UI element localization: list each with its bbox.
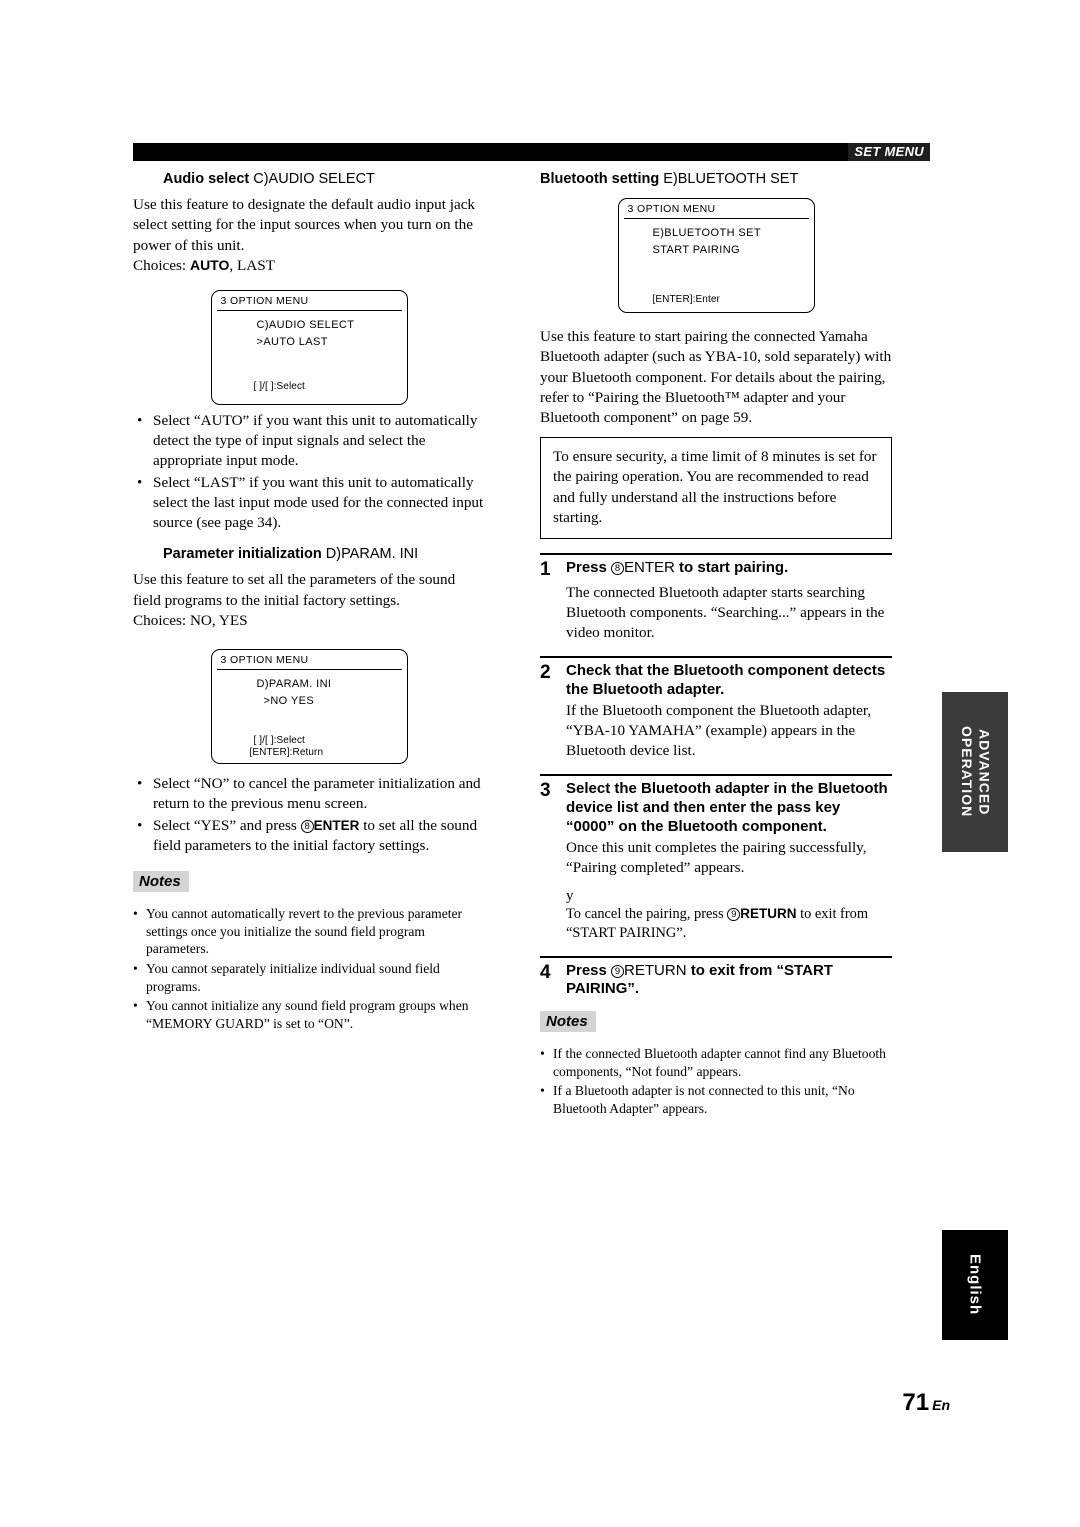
button-number-badge: 8	[300, 819, 314, 833]
list-item: Select “YES” and press 8ENTER to set all…	[133, 816, 485, 856]
list-item: If the connected Bluetooth adapter canno…	[540, 1045, 892, 1080]
right-column: Bluetooth setting E)BLUETOOTH SET 3 OPTI…	[540, 170, 892, 1120]
heading-audio-select-name: Audio select	[163, 171, 250, 187]
notes-heading-left: Notes	[133, 870, 189, 892]
step-divider	[540, 553, 892, 556]
osd-title-rule	[623, 218, 809, 220]
choices-other-values: , LAST	[229, 256, 275, 274]
step-1: 1 Press 8 ENTER to start pairing. The con…	[540, 553, 892, 643]
osd-line-2: >NO YES	[263, 695, 315, 708]
heading-bluetooth-code: E)BLUETOOTH SET	[663, 171, 799, 187]
heading-param-init-name: Parameter initialization	[163, 546, 322, 563]
step-body: If the Bluetooth component the Bluetooth…	[566, 701, 872, 760]
left-column: Audio select C)AUDIO SELECT Use this fea…	[133, 170, 485, 1035]
osd-title: 3 OPTION MENU	[220, 654, 309, 667]
cancel-note-pre: To cancel the pairing, press	[566, 905, 728, 922]
osd-line-1: D)PARAM. INI	[256, 678, 332, 691]
side-tab-advanced-operation: ADVANCED OPERATION	[942, 692, 1008, 852]
osd-bluetooth-set: 3 OPTION MENU E)BLUETOOTH SET START PAIR…	[617, 198, 815, 314]
osd-title: 3 OPTION MENU	[220, 295, 309, 307]
key-label: RETURN	[740, 905, 797, 921]
osd-footer-1: [ ]/[ ]:Select	[253, 735, 305, 747]
cancel-pairing-note: To cancel the pairing, press 9 RETURN to …	[566, 905, 892, 943]
step-divider	[540, 955, 892, 958]
osd-line-1: C)AUDIO SELECT	[256, 319, 355, 331]
list-item: Select “AUTO” if you want this unit to a…	[133, 411, 485, 472]
param-init-bullets: Select “NO” to cancel the parameter init…	[133, 774, 485, 856]
key-label: ENTER	[313, 817, 360, 833]
security-info-box: To ensure security, a time limit of 8 mi…	[540, 437, 892, 540]
list-item: If a Bluetooth adapter is not connected …	[540, 1082, 892, 1117]
step-heading: Check that the Bluetooth component detec…	[566, 662, 886, 698]
step-divider	[540, 656, 892, 659]
bullet-text-pre: Select “YES” and press	[153, 816, 301, 834]
audio-select-choices: Choices: AUTO, LAST	[133, 256, 485, 276]
step-number: 4	[540, 961, 551, 983]
osd-audio-select: 3 OPTION MENU C)AUDIO SELECT >AUTO LAST …	[210, 290, 408, 405]
list-item: You cannot initialize any sound field pr…	[133, 997, 485, 1032]
list-item: Select “LAST” if you want this unit to a…	[133, 473, 485, 534]
tip-marker-glyph: y	[566, 888, 574, 904]
choices-values: NO, YES	[186, 611, 248, 629]
side-tab-language: English	[942, 1230, 1008, 1340]
header-section-label: SET MENU	[848, 143, 930, 161]
audio-select-paragraph: Use this feature to designate the defaul…	[133, 196, 476, 254]
left-notes-list: You cannot automatically revert to the p…	[133, 905, 485, 1033]
heading-audio-select: Audio select C)AUDIO SELECT	[163, 170, 485, 188]
osd-param-init: 3 OPTION MENU D)PARAM. INI >NO YES [ ]/[…	[210, 649, 408, 765]
step-number: 3	[540, 780, 551, 802]
osd-footer-1: [ENTER]:Enter	[652, 294, 720, 306]
osd-title-rule	[216, 310, 402, 311]
step-heading: Press 8 ENTER to start pairing.	[566, 559, 892, 581]
step-3: 3 Select the Bluetooth adapter in the Bl…	[540, 774, 892, 942]
audio-select-bullets: Select “AUTO” if you want this unit to a…	[133, 411, 485, 533]
heading-audio-select-code: C)AUDIO SELECT	[253, 171, 375, 187]
bluetooth-paragraph: Use this feature to start pairing the co…	[540, 328, 892, 426]
step-heading-post: to start pairing.	[674, 559, 789, 577]
step-4: 4 Press 9 RETURN to exit from “START PAIR…	[540, 955, 892, 1000]
osd-line-2: >AUTO LAST	[256, 336, 328, 348]
step-body: The connected Bluetooth adapter starts s…	[566, 583, 885, 641]
osd-footer-2: [ENTER]:Return	[249, 747, 324, 759]
param-init-paragraph: Use this feature to set all the paramete…	[133, 571, 456, 609]
page-header-bar: SET MENU	[133, 143, 930, 161]
step-heading-pre: Press	[566, 961, 612, 979]
choices-label: Choices:	[133, 611, 187, 629]
page-number-suffix: En	[932, 1397, 950, 1413]
step-number: 1	[540, 559, 551, 581]
osd-line-1: E)BLUETOOTH SET	[652, 227, 761, 240]
step-2: 2 Check that the Bluetooth component det…	[540, 656, 892, 761]
key-label: ENTER	[624, 559, 675, 577]
heading-bluetooth-name: Bluetooth setting	[540, 171, 660, 187]
security-info-text: To ensure security, a time limit of 8 mi…	[553, 448, 877, 526]
button-number-badge: 9	[611, 964, 625, 978]
button-number-badge: 8	[611, 562, 625, 576]
step-heading-pre: Press	[566, 559, 612, 577]
osd-line-2: START PAIRING	[652, 244, 741, 257]
osd-footer-1: [ ]/[ ]:Select	[253, 381, 305, 392]
choices-default-value: AUTO	[189, 256, 230, 273]
page-number-value: 71	[902, 1389, 930, 1416]
heading-parameter-initialization: Parameter initialization D)PARAM. INI	[163, 545, 485, 563]
param-init-choices: Choices: NO, YES	[133, 611, 485, 631]
list-item: You cannot automatically revert to the p…	[133, 905, 485, 958]
step-body: Once this unit completes the pairing suc…	[566, 838, 867, 876]
notes-heading-right: Notes	[540, 1011, 596, 1033]
page-number: 71 En	[902, 1389, 950, 1417]
osd-title: 3 OPTION MENU	[627, 203, 716, 216]
choices-label: Choices:	[133, 256, 187, 274]
heading-param-init-code: D)PARAM. INI	[325, 546, 419, 563]
right-notes-list: If the connected Bluetooth adapter canno…	[540, 1045, 892, 1118]
osd-title-rule	[216, 669, 402, 671]
list-item: You cannot separately initialize individ…	[133, 960, 485, 995]
heading-bluetooth-setting: Bluetooth setting E)BLUETOOTH SET	[540, 170, 892, 188]
manual-page: SET MENU Audio select C)AUDIO SELECT Use…	[0, 0, 1080, 1527]
step-number: 2	[540, 662, 551, 684]
list-item: Select “NO” to cancel the parameter init…	[133, 774, 485, 814]
step-heading: Press 9 RETURN to exit from “START PAIRIN…	[566, 962, 892, 1000]
button-number-badge: 9	[727, 907, 741, 921]
key-label: RETURN	[624, 961, 687, 979]
step-divider	[540, 774, 892, 777]
step-heading: Select the Bluetooth adapter in the Blue…	[566, 780, 888, 835]
